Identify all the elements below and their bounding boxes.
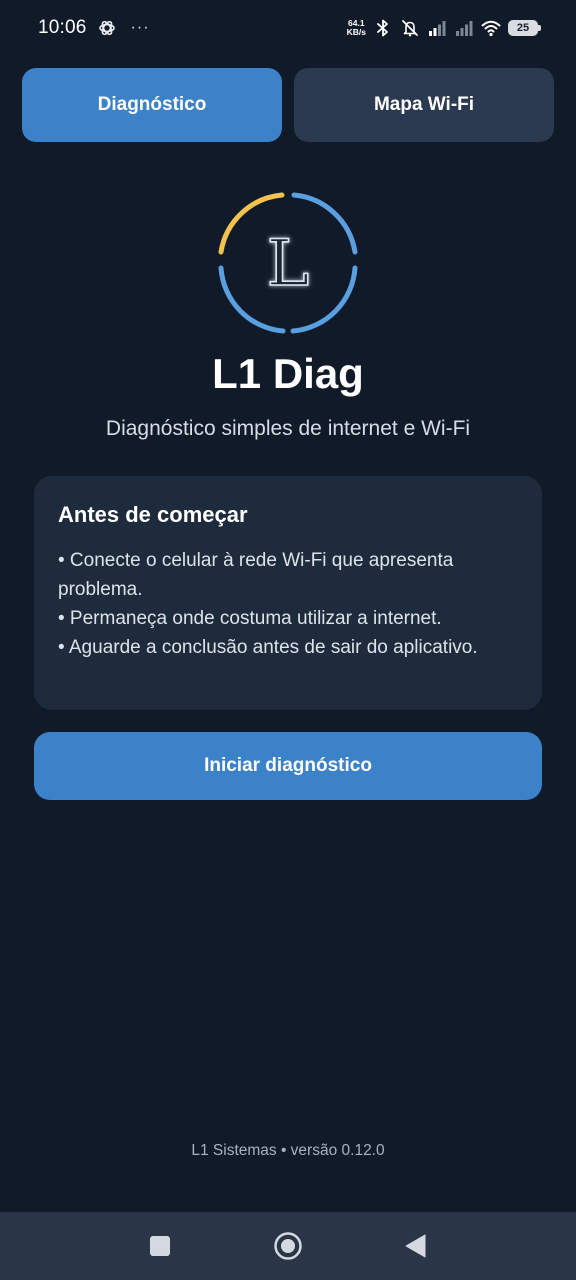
- tab-mapa-wifi[interactable]: Mapa Wi-Fi: [294, 68, 554, 142]
- net-speed-unit: KB/s: [346, 27, 366, 37]
- signal-icon: [456, 21, 473, 36]
- back-triangle-icon[interactable]: [396, 1226, 436, 1266]
- app-title: L1 Diag: [212, 350, 364, 397]
- tab-bar: Diagnóstico Mapa Wi-Fi: [22, 68, 554, 142]
- net-speed: 64.1 KB/s: [347, 19, 366, 37]
- status-bar: 10:06 ··· 64.1 KB/s 25: [0, 0, 576, 56]
- openai-icon: [98, 20, 115, 36]
- status-right: 64.1 KB/s 25: [347, 18, 541, 38]
- mute-icon: [402, 20, 418, 37]
- bluetooth-icon: [377, 19, 388, 37]
- signal-icon: [429, 21, 446, 36]
- screen: 10:06 ··· 64.1 KB/s 25 Diagnóstico Mapa …: [0, 0, 576, 1280]
- battery-icon: 25: [508, 20, 541, 36]
- instruction-item: • Aguarde a conclusão antes de sair do a…: [58, 637, 478, 658]
- more-notifications-icon: ···: [130, 19, 150, 36]
- instruction-item: • Conecte o celular à rede Wi-Fi que apr…: [58, 550, 454, 600]
- status-left: 10:06 ···: [38, 17, 150, 39]
- footer-version: L1 Sistemas • versão 0.12.0: [191, 1142, 385, 1159]
- tab-diagnostico[interactable]: Diagnóstico: [22, 68, 282, 142]
- start-diagnostic-button[interactable]: Iniciar diagnóstico: [34, 732, 542, 800]
- home-circle-icon[interactable]: [268, 1226, 308, 1266]
- logo-letter: L: [267, 227, 310, 301]
- battery-level: 25: [516, 22, 530, 34]
- wifi-icon: [481, 20, 501, 37]
- instructions-card: Antes de começar • Conecte o celular à r…: [34, 476, 542, 710]
- instructions-title: Antes de começar: [58, 502, 248, 527]
- recents-square-icon[interactable]: [140, 1226, 180, 1266]
- navigation-bar: [0, 1212, 576, 1280]
- status-time: 10:06: [38, 17, 87, 38]
- instruction-item: • Permaneça onde costuma utilizar a inte…: [58, 608, 442, 629]
- app-logo: L: [218, 192, 358, 334]
- app-subtitle: Diagnóstico simples de internet e Wi-Fi: [105, 417, 471, 440]
